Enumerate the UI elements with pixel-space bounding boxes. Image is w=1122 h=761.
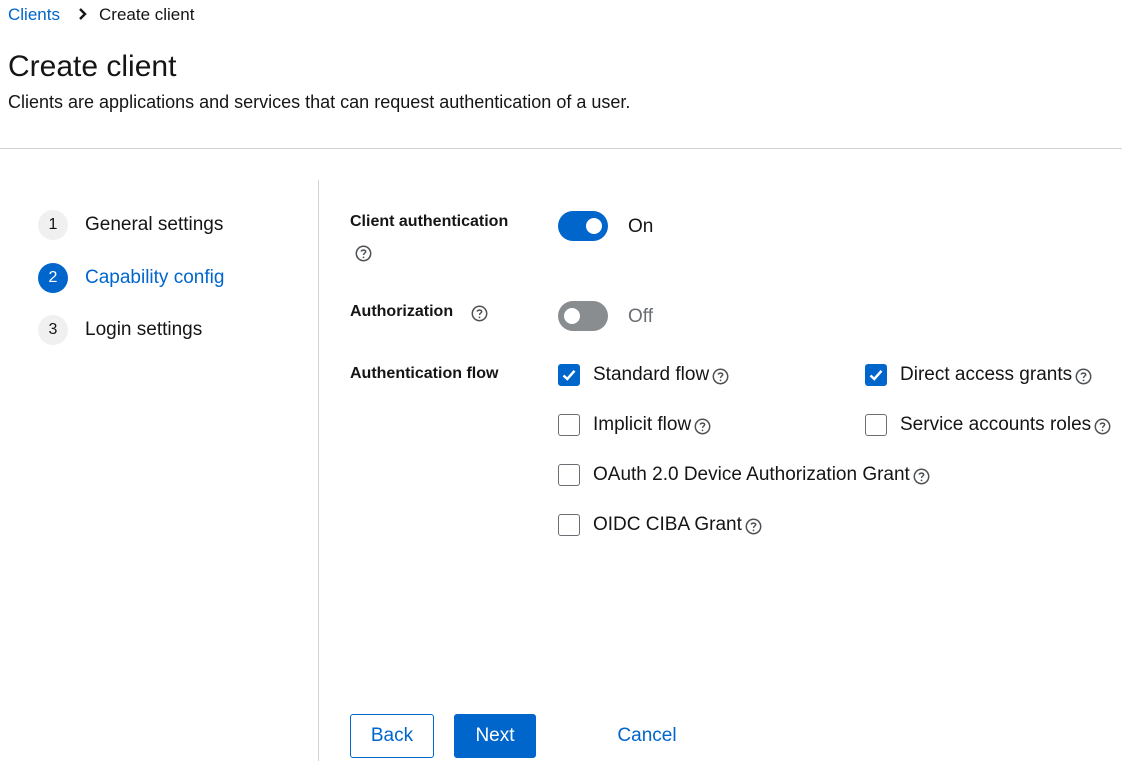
- oauth-device-grant-label: OAuth 2.0 Device Authorization Grant: [593, 464, 910, 485]
- wizard-divider: [318, 180, 319, 761]
- authorization-switch[interactable]: [558, 301, 608, 331]
- help-icon[interactable]: [355, 245, 372, 262]
- help-icon[interactable]: [745, 518, 762, 535]
- switch-knob: [564, 308, 580, 324]
- check-icon: [869, 369, 883, 381]
- oidc-ciba-grant-checkbox[interactable]: [558, 514, 580, 536]
- authorization-state: Off: [628, 306, 653, 327]
- client-authentication-label: Client authentication: [350, 213, 509, 230]
- client-authentication-switch[interactable]: [558, 211, 608, 241]
- step-label: Login settings: [85, 319, 203, 340]
- direct-access-grants-checkbox[interactable]: [865, 364, 887, 386]
- help-icon[interactable]: [471, 305, 488, 322]
- switch-knob: [586, 218, 602, 234]
- client-authentication-state: On: [628, 216, 654, 237]
- step-label: General settings: [85, 214, 224, 235]
- standard-flow-checkbox[interactable]: [558, 364, 580, 386]
- authentication-flow-label: Authentication flow: [350, 365, 499, 382]
- direct-access-grants-option: Direct access grants: [865, 364, 1092, 386]
- direct-access-grants-label: Direct access grants: [900, 364, 1073, 385]
- page-title: Create client: [8, 50, 177, 83]
- next-button[interactable]: Next: [454, 714, 536, 758]
- wizard-step-capability-config[interactable]: 2 Capability config: [38, 262, 224, 294]
- implicit-flow-checkbox[interactable]: [558, 414, 580, 436]
- breadcrumb-current: Create client: [99, 5, 195, 24]
- cancel-button[interactable]: Cancel: [600, 714, 694, 758]
- step-number: 2: [38, 263, 68, 293]
- check-icon: [562, 369, 576, 381]
- header-divider: [0, 148, 1122, 149]
- back-button[interactable]: Back: [350, 714, 434, 758]
- help-icon[interactable]: [1075, 368, 1092, 385]
- wizard-step-general-settings[interactable]: 1 General settings: [38, 209, 223, 241]
- step-label: Capability config: [85, 267, 225, 288]
- page-description: Clients are applications and services th…: [8, 92, 631, 112]
- service-accounts-roles-option: Service accounts roles: [865, 414, 1111, 436]
- standard-flow-option: Standard flow: [558, 364, 729, 386]
- chevron-right-icon: [79, 8, 87, 20]
- oauth-device-grant-checkbox[interactable]: [558, 464, 580, 486]
- oauth-device-grant-option: OAuth 2.0 Device Authorization Grant: [558, 464, 930, 486]
- help-icon[interactable]: [1094, 418, 1111, 435]
- standard-flow-label: Standard flow: [593, 364, 710, 385]
- oidc-ciba-grant-label: OIDC CIBA Grant: [593, 514, 742, 535]
- breadcrumb-clients-link[interactable]: Clients: [8, 5, 60, 25]
- help-icon[interactable]: [694, 418, 711, 435]
- step-number: 1: [38, 210, 68, 240]
- step-number: 3: [38, 315, 68, 345]
- service-accounts-roles-checkbox[interactable]: [865, 414, 887, 436]
- oidc-ciba-grant-option: OIDC CIBA Grant: [558, 514, 762, 536]
- help-icon[interactable]: [712, 368, 729, 385]
- wizard-step-login-settings[interactable]: 3 Login settings: [38, 314, 202, 346]
- service-accounts-roles-label: Service accounts roles: [900, 414, 1092, 435]
- authorization-label: Authorization: [350, 303, 454, 320]
- breadcrumb: Clients Create client: [0, 0, 400, 30]
- implicit-flow-option: Implicit flow: [558, 414, 711, 436]
- help-icon[interactable]: [913, 468, 930, 485]
- implicit-flow-label: Implicit flow: [593, 414, 692, 435]
